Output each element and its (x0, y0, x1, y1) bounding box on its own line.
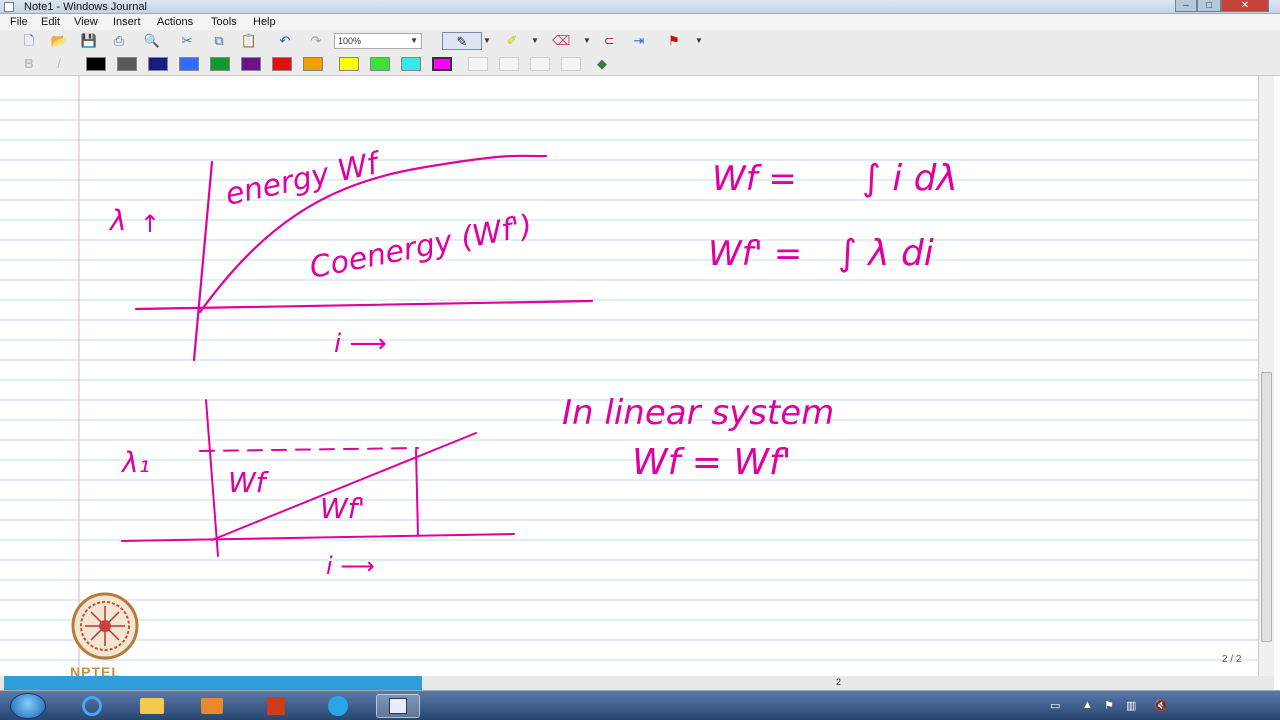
equation-coenergy-rhs: ∫ λ di (838, 233, 934, 274)
menu-view[interactable]: View (74, 16, 98, 28)
graph2-upper-region-label: Wf (228, 466, 270, 499)
equation-coenergy-lhs: Wf' = (708, 234, 802, 274)
redo-icon[interactable]: ↷ (307, 32, 325, 50)
color-swatch-green[interactable] (210, 57, 230, 71)
ruled-lines (0, 99, 1258, 661)
arrow-up-icon: ↑ (140, 210, 160, 238)
graph2-lower-region-label: Wf' (320, 492, 365, 525)
tray-chevron-up-icon[interactable]: ▲ (1082, 699, 1093, 711)
page-indicator: 2 / 2 (1222, 654, 1242, 665)
linear-system-heading: In linear system (562, 393, 834, 433)
menu-tools[interactable]: Tools (211, 16, 237, 28)
graph1-y-label: λ (108, 204, 127, 237)
graph1-x-label: i ⟶ (334, 329, 387, 359)
pen-dropdown-chevron-icon[interactable]: ▼ (482, 32, 492, 50)
pen-slot-4[interactable] (561, 57, 581, 71)
minimize-button[interactable]: – (1175, 0, 1197, 12)
pen-toolbar: B / ◆ (0, 52, 1280, 76)
linear-system-equation: Wf = Wf' (632, 442, 792, 483)
linear-graph (121, 399, 515, 557)
new-note-icon[interactable]: 🗋 (20, 32, 38, 50)
taskbar: ▭ ▲ ⚑ ▥ 🔇 (0, 690, 1280, 720)
insert-space-icon[interactable]: ⇥ (630, 32, 648, 50)
color-swatch-blue[interactable] (179, 57, 199, 71)
menu-edit[interactable]: Edit (41, 16, 60, 28)
status-progress-bar (4, 676, 422, 690)
tray-keyboard-icon[interactable]: ▭ (1050, 699, 1060, 712)
status-page-number: 2 (836, 677, 842, 687)
menu-file[interactable]: File (10, 16, 28, 28)
color-swatch-black[interactable] (86, 57, 106, 71)
eraser-icon[interactable]: ⌫ (552, 32, 570, 50)
journal-app-icon (4, 2, 14, 12)
graph1-y-axis (192, 160, 214, 362)
color-swatch-purple[interactable] (241, 57, 261, 71)
menu-insert[interactable]: Insert (113, 16, 141, 28)
note-page[interactable]: λ ↑ energy Wf Coenergy (Wf') i ⟶ Wf = ∫ … (0, 76, 1258, 676)
start-button-icon[interactable] (10, 693, 46, 719)
vertical-scrollbar[interactable] (1258, 76, 1274, 690)
close-button[interactable]: ✕ (1221, 0, 1269, 12)
zoom-value: 100% (338, 36, 362, 46)
find-icon[interactable]: 🔍 (143, 32, 161, 50)
standard-toolbar: 🗋 📂 💾 ⎙ 🔍 ✂ ⧉ 📋 ↶ ↷ 100% ▼ ✎ ▼ ✐ ▼ ⌫ ▼ ⊂… (0, 30, 1280, 52)
zoom-dropdown[interactable]: 100% ▼ (334, 33, 422, 49)
color-swatch-yellow[interactable] (339, 57, 359, 71)
taskbar-journal-icon[interactable] (376, 694, 420, 718)
color-swatch-gray[interactable] (117, 57, 137, 71)
status-bar: 2 (0, 676, 1274, 690)
menu-actions[interactable]: Actions (157, 16, 193, 28)
eraser-dropdown-chevron-icon[interactable]: ▼ (582, 32, 592, 50)
color-swatch-navy[interactable] (148, 57, 168, 71)
highlighter-dropdown-chevron-icon[interactable]: ▼ (530, 32, 540, 50)
taskbar-internet-explorer-icon[interactable] (70, 694, 114, 718)
pen-slot-2[interactable] (499, 57, 519, 71)
energy-label: energy Wf (222, 145, 385, 212)
title-bar: Note1 - Windows Journal – □ ✕ (0, 0, 1280, 14)
graph2-dashed-level (199, 447, 419, 452)
flag-icon[interactable]: ⚑ (665, 32, 683, 50)
scrollbar-thumb[interactable] (1261, 372, 1272, 642)
flag-dropdown-chevron-icon[interactable]: ▼ (694, 32, 704, 50)
highlighter-icon[interactable]: ✐ (503, 32, 521, 50)
color-swatch-lime[interactable] (370, 57, 390, 71)
pen-slot-1[interactable] (468, 57, 488, 71)
pen-settings-icon[interactable]: ◆ (593, 55, 611, 73)
copy-icon[interactable]: ⧉ (210, 32, 228, 50)
print-icon[interactable]: ⎙ (110, 32, 128, 50)
pen-style-icon[interactable]: / (50, 55, 68, 73)
lasso-select-icon[interactable]: ⊂ (600, 32, 618, 50)
graph2-y-label: λ₁ (120, 446, 150, 479)
paste-icon[interactable]: 📋 (240, 32, 258, 50)
equation-energy-rhs: ∫ i dλ (862, 158, 958, 199)
pen-slot-3[interactable] (530, 57, 550, 71)
pen-tool-icon[interactable]: ✎ (442, 32, 482, 50)
graph2-vertical-drop (415, 449, 419, 537)
bold-icon[interactable]: B (20, 55, 38, 73)
graph2-x-label: i ⟶ (326, 552, 375, 580)
note-canvas: λ ↑ energy Wf Coenergy (Wf') i ⟶ Wf = ∫ … (0, 76, 1258, 676)
tray-flag-icon[interactable]: ⚑ (1104, 699, 1114, 712)
window-title: Note1 - Windows Journal (24, 1, 147, 13)
chevron-down-icon: ▼ (410, 36, 418, 45)
taskbar-media-icon[interactable] (190, 694, 234, 718)
open-icon[interactable]: 📂 (50, 32, 68, 50)
tray-volume-muted-icon[interactable]: 🔇 (1154, 699, 1168, 712)
save-icon[interactable]: 💾 (80, 32, 98, 50)
taskbar-office-icon[interactable] (254, 694, 298, 718)
taskbar-explorer-icon[interactable] (130, 694, 174, 718)
maximize-button[interactable]: □ (1197, 0, 1221, 12)
color-swatch-red[interactable] (272, 57, 292, 71)
taskbar-skype-icon[interactable] (316, 694, 360, 718)
undo-icon[interactable]: ↶ (276, 32, 294, 50)
menu-help[interactable]: Help (253, 16, 276, 28)
color-swatch-magenta[interactable] (432, 57, 452, 71)
cut-icon[interactable]: ✂ (178, 32, 196, 50)
graph2-y-axis (205, 399, 219, 557)
color-swatch-orange[interactable] (303, 57, 323, 71)
tray-network-icon[interactable]: ▥ (1126, 699, 1136, 712)
menu-bar: File Edit View Insert Actions Tools Help (0, 14, 1280, 30)
color-swatch-cyan[interactable] (401, 57, 421, 71)
equation-energy-lhs: Wf = (712, 159, 797, 199)
